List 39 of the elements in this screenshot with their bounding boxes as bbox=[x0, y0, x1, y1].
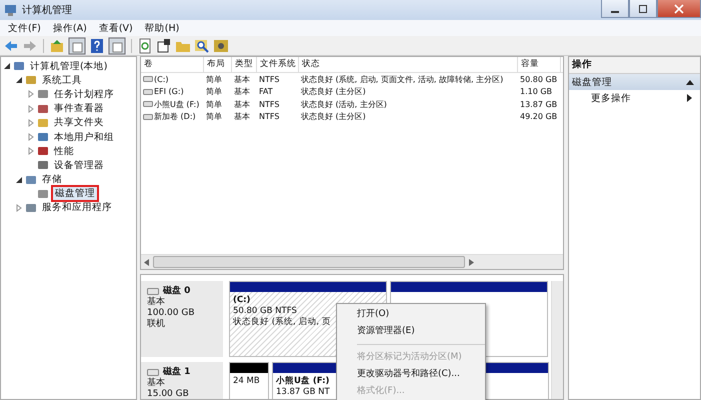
table-cell: 状态良好 (活动, 主分区) bbox=[301, 98, 387, 110]
table-cell: 49.20 GB bbox=[520, 112, 558, 122]
partition-text: 24 MB bbox=[233, 376, 260, 387]
table-cell: 13.87 GB bbox=[520, 100, 558, 109]
table-cell: 基本 bbox=[234, 86, 250, 98]
window-title: 计算机管理 bbox=[22, 4, 72, 17]
partition-text: 13.87 GB NT bbox=[276, 387, 330, 398]
disk-name: 磁盘 1 bbox=[163, 367, 190, 378]
table-cell: 新加卷 (D:) bbox=[154, 111, 196, 122]
table-cell: 简单 bbox=[206, 86, 222, 98]
disk-size: 100.00 GB bbox=[147, 308, 196, 318]
disk-status: 联机 bbox=[147, 319, 166, 330]
table-cell: 状态良好 (系统, 启动, 页面文件, 活动, 故障转储, 主分区) bbox=[301, 74, 504, 85]
disk-size: 15.00 GB bbox=[147, 389, 190, 399]
table-cell: 简单 bbox=[206, 74, 222, 85]
partition-text: 小熊U盘 (F:) bbox=[276, 376, 330, 387]
partition-text: 50.80 GB NTFS bbox=[233, 306, 297, 316]
partition-text: 状态良好 (系统, 启动, 页 bbox=[233, 317, 331, 328]
table-cell: EFI (G:) bbox=[154, 87, 184, 96]
partition-text: (C:) bbox=[233, 295, 250, 306]
table-cell: NTFS bbox=[259, 112, 280, 122]
table-cell: 1.10 GB bbox=[520, 87, 552, 96]
table-cell: FAT bbox=[259, 87, 273, 96]
table-cell: NTFS bbox=[259, 100, 280, 109]
table-cell: 基本 bbox=[234, 98, 250, 110]
disk-name: 磁盘 0 bbox=[163, 286, 190, 296]
table-cell: 基本 bbox=[234, 111, 250, 122]
table-cell: 简单 bbox=[206, 98, 222, 110]
table-cell: NTFS bbox=[259, 74, 280, 84]
table-cell: 基本 bbox=[234, 74, 250, 85]
table-cell: 50.80 GB bbox=[520, 74, 558, 84]
table-cell: (C:) bbox=[154, 74, 169, 84]
table-cell: 小熊U盘 (F:) bbox=[154, 98, 200, 110]
table-cell: 状态良好 (主分区) bbox=[301, 86, 366, 98]
table-cell: 简单 bbox=[206, 111, 222, 122]
actions-header: 操作 bbox=[569, 57, 700, 74]
table-cell: 状态良好 (主分区) bbox=[301, 111, 366, 122]
disk-type: 基本 bbox=[147, 378, 166, 389]
disk-type: 基本 bbox=[147, 297, 166, 308]
